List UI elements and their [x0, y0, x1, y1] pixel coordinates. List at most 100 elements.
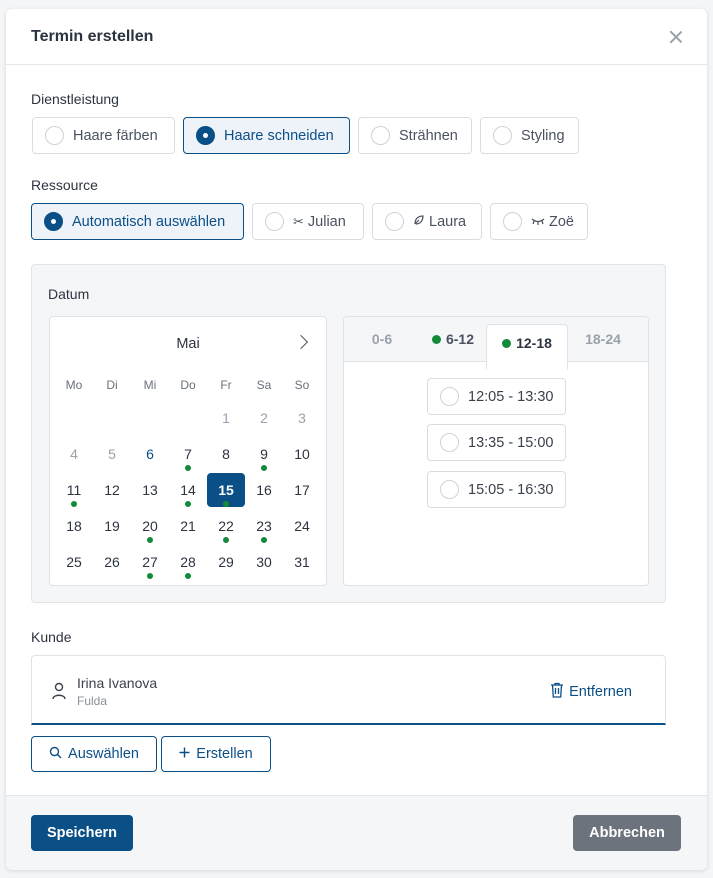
tab-18-24[interactable]: 18-24 — [568, 317, 638, 362]
weekday-label: Sa — [256, 378, 272, 392]
calendar-day-15[interactable]: 15 — [207, 473, 245, 507]
calendar-day-10[interactable]: 10 — [283, 437, 321, 471]
calendar-day-20[interactable]: 20 — [131, 509, 169, 543]
tab-label: 12-18 — [516, 335, 552, 351]
radio-icon — [440, 480, 459, 499]
weekday-label: Di — [106, 378, 118, 392]
availability-dot — [147, 573, 153, 579]
calendar-day-28[interactable]: 28 — [169, 545, 207, 579]
calendar-day-number: 18 — [66, 518, 82, 534]
tab-label: 0-6 — [371, 331, 393, 347]
calendar-day-17[interactable]: 17 — [283, 473, 321, 507]
modal-header: Termin erstellen — [6, 9, 707, 65]
calendar-day-16[interactable]: 16 — [245, 473, 283, 507]
customer-city: Fulda — [77, 694, 108, 708]
calendar-day-19[interactable]: 19 — [93, 509, 131, 543]
leaf-icon — [413, 214, 425, 229]
availability-dot — [185, 573, 191, 579]
resource-option-laura[interactable]: Laura — [372, 203, 482, 240]
calendar-day-31[interactable]: 31 — [283, 545, 321, 579]
resource-option-zoe[interactable]: Zoë — [490, 203, 588, 240]
calendar-day-number: 13 — [142, 482, 158, 498]
service-option-label: Haare färben — [73, 127, 158, 144]
calendar-day-25[interactable]: 25 — [55, 545, 93, 579]
service-option-label: Styling — [521, 127, 565, 144]
timeslot-option[interactable]: 15:05 - 16:30 — [427, 471, 566, 508]
calendar-day-number: 22 — [218, 518, 234, 534]
service-option-haare-faerben[interactable]: Haare färben — [32, 117, 175, 154]
calendar-day-2[interactable]: 2 — [245, 401, 283, 435]
calendar-day-13[interactable]: 13 — [131, 473, 169, 507]
calendar-day-1[interactable]: 1 — [207, 401, 245, 435]
calendar-day-number: 10 — [294, 446, 310, 462]
service-options: Haare färben Haare schneiden Strähnen St… — [32, 117, 579, 154]
radio-icon — [371, 126, 390, 145]
calendar-month: Mai — [176, 336, 200, 352]
timeslot-label: 15:05 - 16:30 — [468, 481, 554, 498]
cancel-button[interactable]: Abbrechen — [573, 815, 681, 851]
calendar-day-number: 19 — [104, 518, 120, 534]
calendar-day-7[interactable]: 7 — [169, 437, 207, 471]
resource-option-auto[interactable]: Automatisch auswählen — [31, 203, 244, 240]
radio-icon — [493, 126, 512, 145]
weekday-label: Mo — [65, 378, 83, 392]
availability-dot — [71, 501, 77, 507]
calendar-day-30[interactable]: 30 — [245, 545, 283, 579]
calendar-day-4[interactable]: 4 — [55, 437, 93, 471]
service-option-label: Strähnen — [399, 127, 458, 144]
create-customer-button[interactable]: Erstellen — [161, 736, 271, 772]
close-icon[interactable] — [667, 28, 685, 46]
calendar-day-27[interactable]: 27 — [131, 545, 169, 579]
calendar-day-22[interactable]: 22 — [207, 509, 245, 543]
availability-dot — [223, 501, 229, 507]
calendar-day-6[interactable]: 6 — [131, 437, 169, 471]
tab-6-12[interactable]: 6-12 — [420, 317, 486, 362]
resource-option-julian[interactable]: ✂ Julian — [252, 203, 364, 240]
calendar-day-23[interactable]: 23 — [245, 509, 283, 543]
date-panel: Datum Mai Mo Di Mi Do Fr Sa So 1 2 3 4 5 6 7 8 9 10 11 12 1… — [31, 264, 666, 603]
service-option-straehnen[interactable]: Strähnen — [358, 117, 472, 154]
calendar-day-number: 1 — [222, 410, 230, 426]
calendar-day-12[interactable]: 12 — [93, 473, 131, 507]
calendar-day-29[interactable]: 29 — [207, 545, 245, 579]
calendar-day-9[interactable]: 9 — [245, 437, 283, 471]
tab-0-6[interactable]: 0-6 — [344, 317, 420, 362]
calendar-day-number: 12 — [104, 482, 120, 498]
calendar-day-number: 2 — [260, 410, 268, 426]
modal-footer: Speichern Abbrechen — [6, 795, 707, 870]
select-customer-button[interactable]: Auswählen — [31, 736, 157, 772]
appointment-modal: Termin erstellen Dienstleistung Haare fä… — [6, 9, 707, 870]
resource-label: Ressource — [31, 177, 98, 193]
timeslot-tabs: 0-6 6-12 12-18 18-24 — [344, 317, 648, 370]
eyelash-icon — [531, 214, 545, 229]
calendar-day-8[interactable]: 8 — [207, 437, 245, 471]
timeslot-option[interactable]: 12:05 - 13:30 — [427, 378, 566, 415]
calendar-day-number: 26 — [104, 554, 120, 570]
calendar-day-11[interactable]: 11 — [55, 473, 93, 507]
weekday-label: Fr — [220, 378, 232, 392]
calendar-day-14[interactable]: 14 — [169, 473, 207, 507]
save-button[interactable]: Speichern — [31, 815, 133, 851]
create-customer-label: Erstellen — [196, 746, 253, 762]
calendar-day-number: 21 — [180, 518, 196, 534]
calendar-day-5[interactable]: 5 — [93, 437, 131, 471]
calendar-day-number: 16 — [256, 482, 272, 498]
tab-12-18[interactable]: 12-18 — [486, 324, 568, 370]
calendar-day-18[interactable]: 18 — [55, 509, 93, 543]
timeslot-option[interactable]: 13:35 - 15:00 — [427, 424, 566, 461]
calendar-day-3[interactable]: 3 — [283, 401, 321, 435]
calendar-day-number: 15 — [218, 482, 234, 498]
remove-customer-button[interactable]: Entfernen — [550, 682, 632, 702]
service-option-styling[interactable]: Styling — [480, 117, 579, 154]
calendar-day-26[interactable]: 26 — [93, 545, 131, 579]
calendar-day-21[interactable]: 21 — [169, 509, 207, 543]
weekday-label: Mi — [143, 378, 157, 392]
calendar-day-24[interactable]: 24 — [283, 509, 321, 543]
weekday-label: Do — [180, 378, 196, 392]
calendar-day-number: 29 — [218, 554, 234, 570]
timeslot-label: 12:05 - 13:30 — [468, 388, 554, 405]
calendar-day-number: 3 — [298, 410, 306, 426]
availability-dot — [261, 537, 267, 543]
calendar-day-number: 4 — [70, 446, 78, 462]
service-option-haare-schneiden[interactable]: Haare schneiden — [183, 117, 350, 154]
